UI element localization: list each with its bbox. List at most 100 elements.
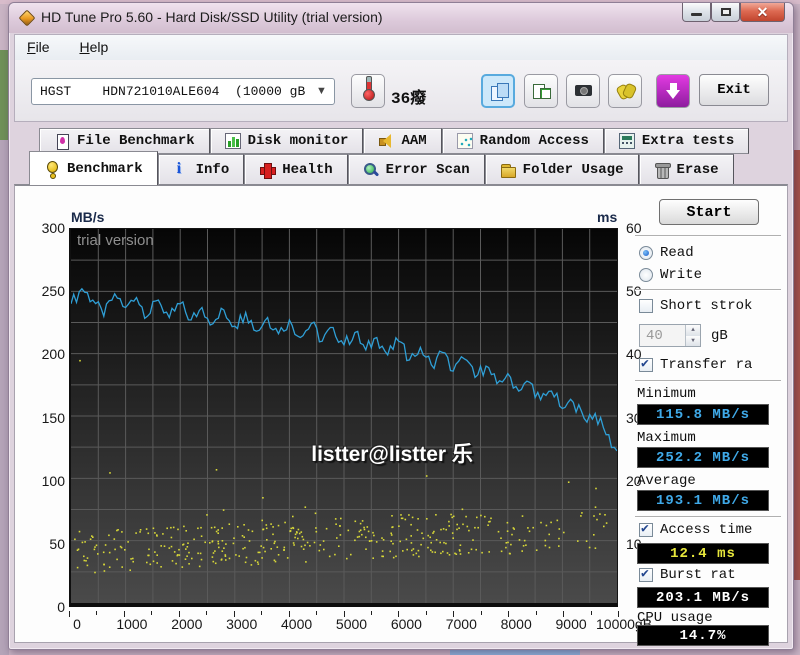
right-axis-unit: ms (597, 209, 618, 225)
maximum-value: 252.2 MB/s (637, 447, 769, 468)
axis-tick-mark (96, 611, 98, 615)
file-benchmark-icon (54, 133, 70, 150)
axis-tick-mark (370, 611, 372, 615)
benchmark-page: MB/s ms trial version listter@listter 乐 … (14, 184, 789, 646)
divider (635, 380, 781, 381)
app-logo-icon (19, 10, 34, 25)
checkbox-icon (639, 356, 653, 372)
divider (635, 516, 781, 517)
spinner-down-icon[interactable]: ▼ (686, 335, 700, 346)
axis-tick-mark (206, 611, 208, 615)
menu-file[interactable]: File (27, 39, 50, 55)
trial-version-overlay: trial version (77, 232, 154, 249)
exit-button[interactable]: Exit (699, 74, 769, 106)
short-stroke-checkbox[interactable]: Short strok (639, 298, 752, 314)
axis-tick-label: 2000 (171, 616, 203, 632)
radio-icon (639, 268, 653, 282)
copy-button[interactable] (481, 74, 515, 108)
axis-tick-mark (233, 611, 235, 617)
close-button[interactable]: ✕ (740, 3, 785, 22)
axis-tick-mark (563, 611, 565, 617)
access-time-checkbox[interactable]: Access time (639, 521, 752, 538)
axis-tick-label: 300 (41, 220, 65, 236)
axis-tick-mark (151, 611, 153, 615)
start-button[interactable]: Start (659, 199, 759, 225)
maximum-label: Maximum (637, 430, 696, 446)
minimum-label: Minimum (637, 386, 696, 402)
tab-aam[interactable]: AAM (363, 128, 442, 154)
read-radio[interactable]: Read (639, 245, 694, 261)
window-title: HD Tune Pro 5.60 - Hard Disk/SSD Utility… (41, 9, 383, 25)
down-arrow-icon (665, 82, 681, 99)
axis-tick-mark (618, 611, 619, 617)
tab-info[interactable]: Info (157, 154, 245, 185)
temperature-button[interactable] (351, 74, 385, 108)
tab-folder-usage[interactable]: Folder Usage (484, 154, 639, 185)
spinner-up-icon[interactable]: ▲ (686, 325, 700, 336)
tab-benchmark[interactable]: Benchmark (29, 151, 158, 185)
axis-tick-mark (425, 611, 427, 615)
maximize-button[interactable] (711, 3, 740, 22)
checkbox-icon (639, 566, 653, 582)
write-radio[interactable]: Write (639, 267, 702, 283)
access-time-value: 12.4 ms (637, 543, 769, 564)
close-icon: ✕ (756, 4, 769, 20)
axis-tick-label: 100 (41, 472, 65, 489)
axis-tick-mark (453, 611, 455, 617)
divider (635, 235, 781, 236)
axis-tick-label: 8000 (500, 616, 532, 632)
size-spinner[interactable]: 40 ▲ ▼ (639, 324, 701, 347)
axis-tick-label: 50 (49, 535, 65, 552)
tab-error-scan[interactable]: Error Scan (347, 154, 485, 185)
axis-tick-mark (288, 611, 290, 617)
tab-health[interactable]: Health (244, 154, 348, 185)
axis-tick-label: 3000 (226, 616, 258, 632)
app-window: HD Tune Pro 5.60 - Hard Disk/SSD Utility… (8, 2, 794, 650)
update-button[interactable] (656, 74, 690, 108)
axis-tick-mark (508, 611, 510, 617)
random-access-icon (456, 133, 473, 149)
axis-tick-mark (535, 611, 537, 615)
tab-erase[interactable]: Erase (638, 154, 734, 185)
divider (635, 289, 781, 290)
help-donate-button[interactable] (608, 74, 642, 108)
minimize-button[interactable] (682, 3, 711, 22)
axis-tick-label: 9000 (555, 616, 587, 632)
tab-disk-monitor[interactable]: Disk monitor (209, 128, 364, 154)
copy-to-file-button[interactable] (524, 74, 558, 108)
screenshot-button[interactable] (566, 74, 600, 108)
axis-tick-label: 4000 (281, 616, 313, 632)
left-axis-unit: MB/s (71, 209, 105, 225)
watermark: listter@listter 乐 (311, 443, 473, 467)
copy-icon (491, 83, 509, 101)
extra-tests-icon (618, 133, 635, 149)
title-bar[interactable]: HD Tune Pro 5.60 - Hard Disk/SSD Utility… (9, 3, 793, 33)
temperature-value: 36癈 (391, 90, 427, 108)
axis-tick-mark (590, 611, 592, 615)
axis-tick-label: 0 (57, 599, 65, 615)
control-panel: Start Read Write Short strok 40 ▲ ▼ gB ✔… (631, 186, 789, 646)
minimum-value: 115.8 MB/s (637, 404, 769, 425)
burst-rate-checkbox[interactable]: Burst rat (639, 566, 736, 583)
toolbar: HGST HDN721010ALE604 (10000 gB ▼ 36癈 Exi… (14, 60, 788, 122)
benchmark-chart: trial version listter@listter 乐 (69, 228, 618, 607)
transfer-rate-checkbox[interactable]: Transfer ra (639, 356, 752, 373)
menu-help[interactable]: Help (79, 39, 108, 55)
health-icon (259, 162, 277, 179)
thermometer-icon (353, 73, 375, 101)
drive-select-value: HGST HDN721010ALE604 (10000 gB (40, 84, 306, 99)
drive-select[interactable]: HGST HDN721010ALE604 (10000 gB ▼ (31, 78, 335, 105)
chevron-down-icon: ▼ (316, 85, 327, 97)
tab-random-access[interactable]: Random Access (441, 128, 604, 154)
short-stroke-size: 40 ▲ ▼ gB (639, 324, 728, 347)
axis-tick-mark (69, 611, 70, 617)
axis-tick-mark (398, 611, 400, 617)
tab-extra-tests[interactable]: Extra tests (603, 128, 750, 154)
checkbox-icon (639, 521, 653, 537)
axis-tick-label: 0 (73, 616, 81, 632)
axis-tick-label: 7000 (445, 616, 477, 632)
disk-monitor-icon (224, 133, 241, 149)
axis-tick-mark (261, 611, 263, 615)
axis-tick-label: 250 (41, 283, 65, 300)
info-icon (173, 160, 189, 178)
